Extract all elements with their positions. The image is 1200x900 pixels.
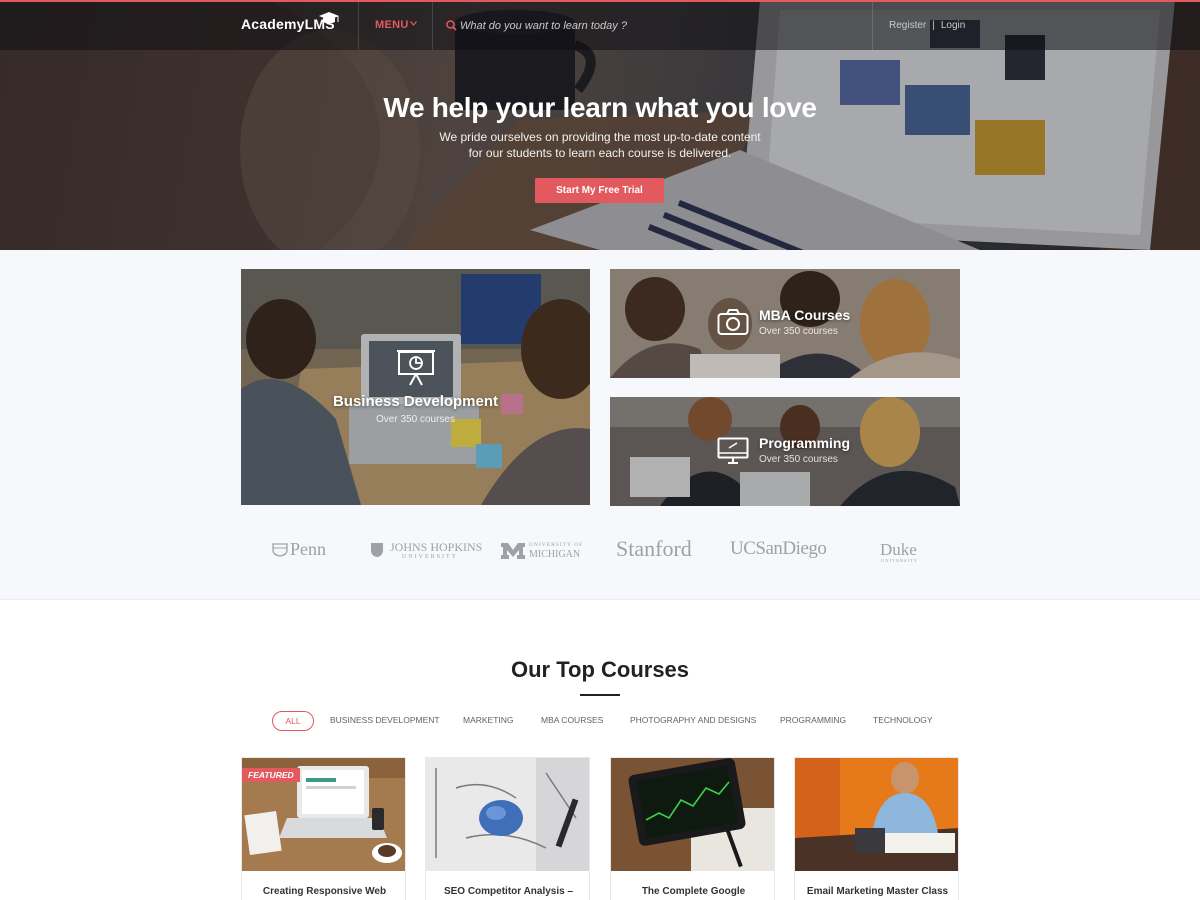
featured-badge: FEATURED xyxy=(242,768,300,782)
course-title[interactable]: The Complete Google xyxy=(611,886,774,897)
menu-button[interactable]: MENU xyxy=(375,19,409,31)
category-count: Over 350 courses xyxy=(759,454,838,465)
michigan-block-m-icon xyxy=(501,543,525,559)
course-thumbnail xyxy=(795,758,958,871)
presentation-board-icon xyxy=(397,350,435,386)
login-link[interactable]: Login xyxy=(941,20,965,31)
category-tile-mba-courses[interactable]: MBA Courses Over 350 courses xyxy=(610,269,960,378)
category-count: Over 350 courses xyxy=(759,326,838,337)
course-title[interactable]: SEO Competitor Analysis – xyxy=(426,886,589,897)
filter-tab-technology[interactable]: TECHNOLOGY xyxy=(873,711,933,731)
partner-subname: UNIVERSITY xyxy=(402,554,458,560)
hero-subtitle: We pride ourselves on providing the most… xyxy=(0,129,1200,161)
johns-hopkins-shield-icon xyxy=(371,543,383,557)
register-link[interactable]: Register xyxy=(889,20,926,31)
partner-name: Duke xyxy=(880,540,917,559)
title-underline xyxy=(580,694,620,696)
filter-tab-business-development[interactable]: BUSINESS DEVELOPMENT xyxy=(330,711,440,731)
filter-tab-all[interactable]: ALL xyxy=(272,711,314,731)
filter-tab-mba-courses[interactable]: MBA COURSES xyxy=(541,711,603,731)
search-input[interactable] xyxy=(460,14,860,38)
course-title[interactable]: Creating Responsive Web xyxy=(242,886,405,897)
filter-tab-programming[interactable]: PROGRAMMING xyxy=(780,711,846,731)
filter-tab-marketing[interactable]: MARKETING xyxy=(463,711,514,731)
auth-links: Register | Login xyxy=(889,20,965,31)
category-tile-business-development[interactable]: Business Development Over 350 courses xyxy=(241,269,590,505)
course-filter-tabs: ALL BUSINESS DEVELOPMENT MARKETING MBA C… xyxy=(0,711,1200,731)
top-navbar: AcademyLMS MENU Register|Login xyxy=(0,2,1200,50)
course-card[interactable]: SEO Competitor Analysis – xyxy=(425,757,590,900)
graduation-cap-icon xyxy=(319,12,339,24)
hero-title: We help your learn what you love xyxy=(383,92,817,123)
categories-section: Business Development Over 350 courses MB… xyxy=(0,250,1200,600)
course-card[interactable]: Email Marketing Master Class xyxy=(794,757,959,900)
nav-divider xyxy=(358,2,359,50)
monitor-icon xyxy=(717,437,749,464)
start-free-trial-button[interactable]: Start My Free Trial xyxy=(535,178,664,203)
hero-banner: AcademyLMS MENU Register|Login We help y… xyxy=(0,0,1200,250)
chevron-down-icon[interactable] xyxy=(410,21,417,26)
tile-overlay xyxy=(610,397,960,506)
course-title[interactable]: Email Marketing Master Class xyxy=(795,886,958,897)
partner-subname: UNIVERSITY OF xyxy=(529,542,584,548)
camera-icon xyxy=(717,309,749,335)
course-card[interactable]: The Complete Google xyxy=(610,757,775,900)
hero-subtitle-line: We pride ourselves on providing the most… xyxy=(439,130,761,144)
category-count: Over 350 courses xyxy=(376,414,455,425)
nav-divider xyxy=(872,2,873,50)
course-thumbnail xyxy=(611,758,774,871)
partner-subname: UNIVERSITY xyxy=(881,558,918,563)
course-thumbnail xyxy=(426,758,589,871)
tile-overlay xyxy=(610,269,960,378)
partner-name: JOHNS HOPKINS xyxy=(390,540,483,554)
category-tile-programming[interactable]: Programming Over 350 courses xyxy=(610,397,960,506)
search-icon[interactable] xyxy=(446,20,457,31)
partner-name: MICHIGAN xyxy=(529,549,581,560)
filter-tab-photography-and-designs[interactable]: PHOTOGRAPHY AND DESIGNS xyxy=(630,711,756,731)
category-name: MBA Courses xyxy=(759,307,851,323)
hero-subtitle-line: for our students to learn each course is… xyxy=(468,146,732,160)
section-title: Our Top Courses xyxy=(510,657,690,682)
auth-separator: | xyxy=(932,20,935,31)
category-name: Business Development xyxy=(332,393,499,410)
partner-name: Penn xyxy=(290,539,326,559)
nav-divider xyxy=(432,2,433,50)
course-card[interactable]: FEATURED Creating Responsive Web xyxy=(241,757,406,900)
penn-shield-icon xyxy=(272,543,288,557)
tile-overlay xyxy=(241,269,590,505)
partner-name: Stanford xyxy=(616,536,692,561)
accent-top-line xyxy=(0,0,1200,2)
category-name: Programming xyxy=(759,435,851,451)
partner-name: UCSanDiego xyxy=(730,538,827,559)
